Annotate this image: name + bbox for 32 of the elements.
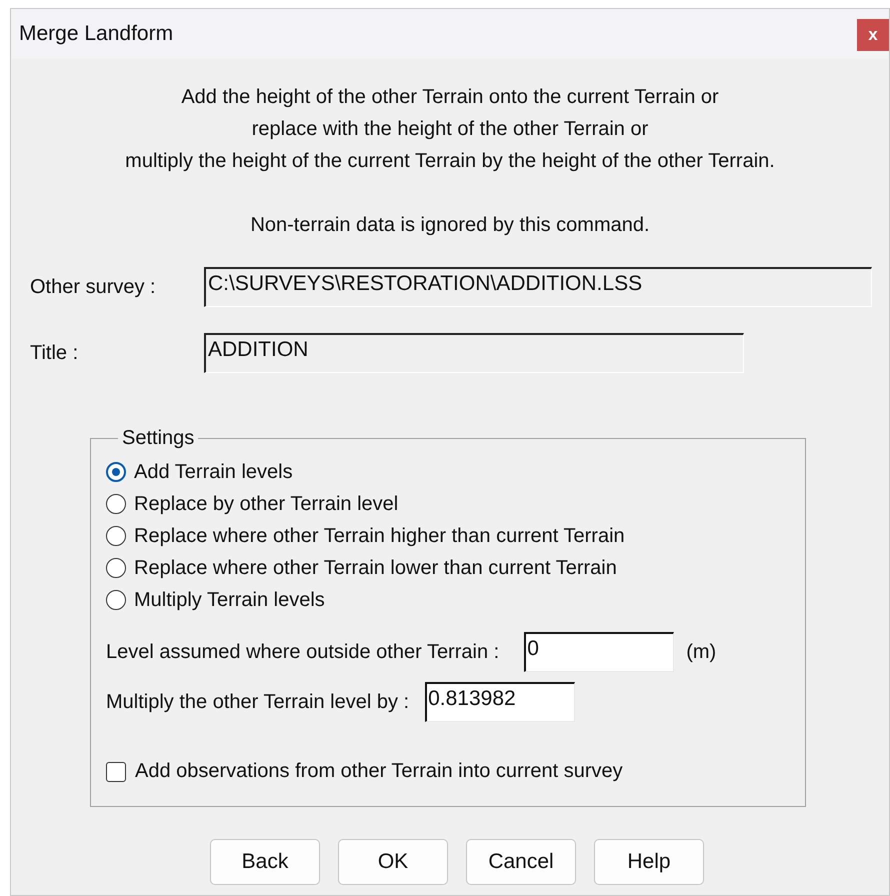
checkbox-label[interactable]: Add observations from other Terrain into current survey [135, 760, 623, 783]
readonly-field[interactable]: ADDITION [204, 333, 744, 373]
unit-label: (m) [686, 640, 716, 664]
note-text: Non-terrain data is ignored by this command. [250, 213, 650, 238]
checkbox[interactable] [106, 762, 126, 782]
radio-label[interactable]: Replace by other Terrain level [134, 492, 398, 516]
level-label: Level assumed where outside other Terrain : [106, 640, 500, 664]
multiply-input[interactable]: 0.813982 [425, 682, 576, 722]
group-title: Settings [121, 427, 196, 450]
radio-label[interactable]: Multiply Terrain levels [134, 588, 325, 612]
close-button[interactable]: x [857, 19, 889, 51]
readonly-field[interactable]: C:\SURVEYS\RESTORATION\ADDITION.LSS [204, 267, 872, 307]
level-input[interactable]: 0 [524, 632, 674, 672]
radio-button[interactable] [106, 590, 126, 610]
field-label: Other survey : [30, 276, 157, 298]
field-label: Title : [30, 342, 80, 364]
radio-button[interactable] [106, 558, 126, 578]
dialog-button[interactable]: Help [594, 839, 704, 885]
radio-button[interactable] [106, 526, 126, 546]
radio-label[interactable]: Add Terrain levels [134, 460, 293, 484]
description-text: multiply the height of the current Terrain by the height of the other Terrain. [125, 149, 775, 174]
dialog-button[interactable]: Cancel [466, 839, 576, 885]
description-text: replace with the height of the other Terrain or [252, 117, 648, 142]
radio-button[interactable] [106, 494, 126, 514]
window-title: Merge Landform [19, 22, 174, 46]
radio-button[interactable] [106, 462, 126, 482]
multiply-label: Multiply the other Terrain level by : [106, 690, 410, 714]
dialog-button[interactable]: OK [338, 839, 448, 885]
description-text: Add the height of the other Terrain onto the current Terrain or [181, 85, 719, 110]
radio-label[interactable]: Replace where other Terrain lower than current Terrain [134, 556, 617, 580]
radio-label[interactable]: Replace where other Terrain higher than current Terrain [134, 524, 625, 548]
dialog-button[interactable]: Back [210, 839, 320, 885]
